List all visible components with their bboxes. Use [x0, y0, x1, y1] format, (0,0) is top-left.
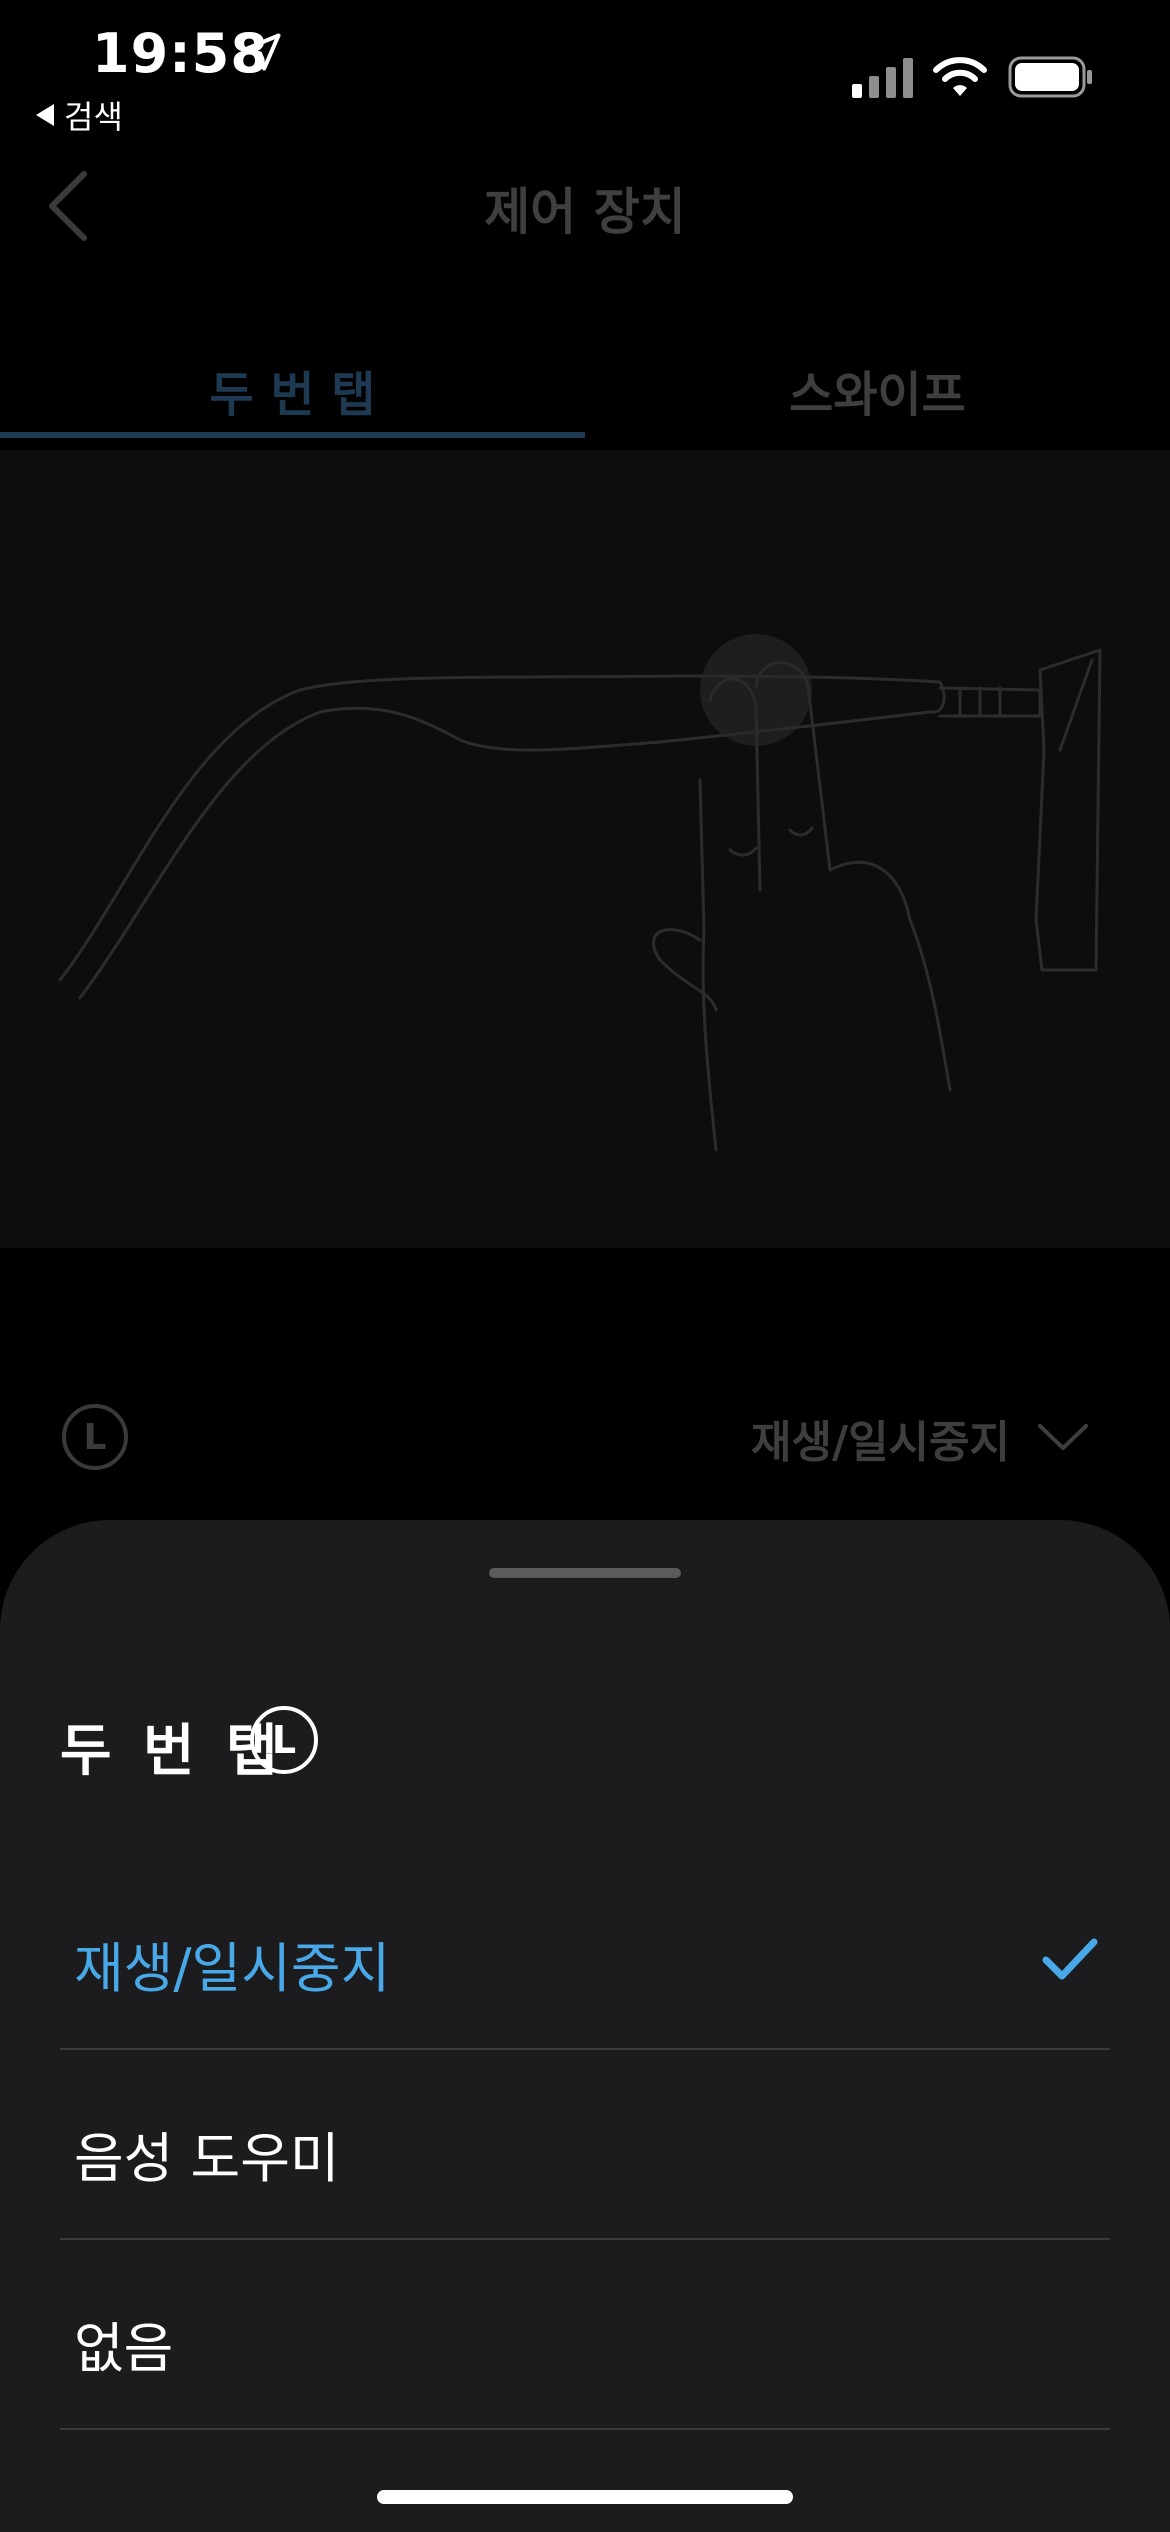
back-to-app-link[interactable]: 검색 [36, 92, 123, 138]
cellular-signal-icon [852, 58, 913, 98]
tab-swipe[interactable]: 스와이프 [585, 340, 1170, 440]
left-side-badge: L [62, 1404, 128, 1470]
checkmark-icon [1042, 1938, 1098, 1980]
left-side-setting-row[interactable]: L 재생/일시중지 [0, 1380, 1170, 1490]
option-voice-assistant[interactable]: 음성 도우미 [60, 2050, 1110, 2240]
tab-selected-indicator [0, 432, 585, 438]
tab-double-tap[interactable]: 두 번 탭 [0, 340, 585, 440]
current-action-value: 재생/일시중지 [751, 1417, 1010, 1468]
option-label: 없음 [74, 2317, 174, 2380]
sheet-left-side-badge: L [250, 1706, 318, 1774]
back-app-label: 검색 [64, 98, 123, 136]
chevron-down-icon [1038, 1424, 1088, 1450]
back-triangle-icon [36, 104, 54, 126]
sheet-grabber[interactable] [489, 1568, 681, 1578]
battery-icon [1008, 56, 1092, 98]
page-title: 제어 장치 [484, 183, 686, 241]
option-none[interactable]: 없음 [60, 2240, 1110, 2430]
wifi-icon [933, 57, 987, 96]
status-bar: 19:58 검색 [0, 0, 1170, 136]
tab-bar: 두 번 탭 스와이프 [0, 340, 1170, 440]
option-label: 음성 도우미 [74, 2127, 340, 2190]
location-arrow-icon [243, 33, 281, 71]
option-label: 재생/일시중지 [74, 1937, 391, 2000]
glasses-double-tap-illustration [0, 450, 1170, 1248]
option-play-pause[interactable]: 재생/일시중지 [60, 1860, 1110, 2050]
home-indicator[interactable] [377, 2490, 793, 2504]
